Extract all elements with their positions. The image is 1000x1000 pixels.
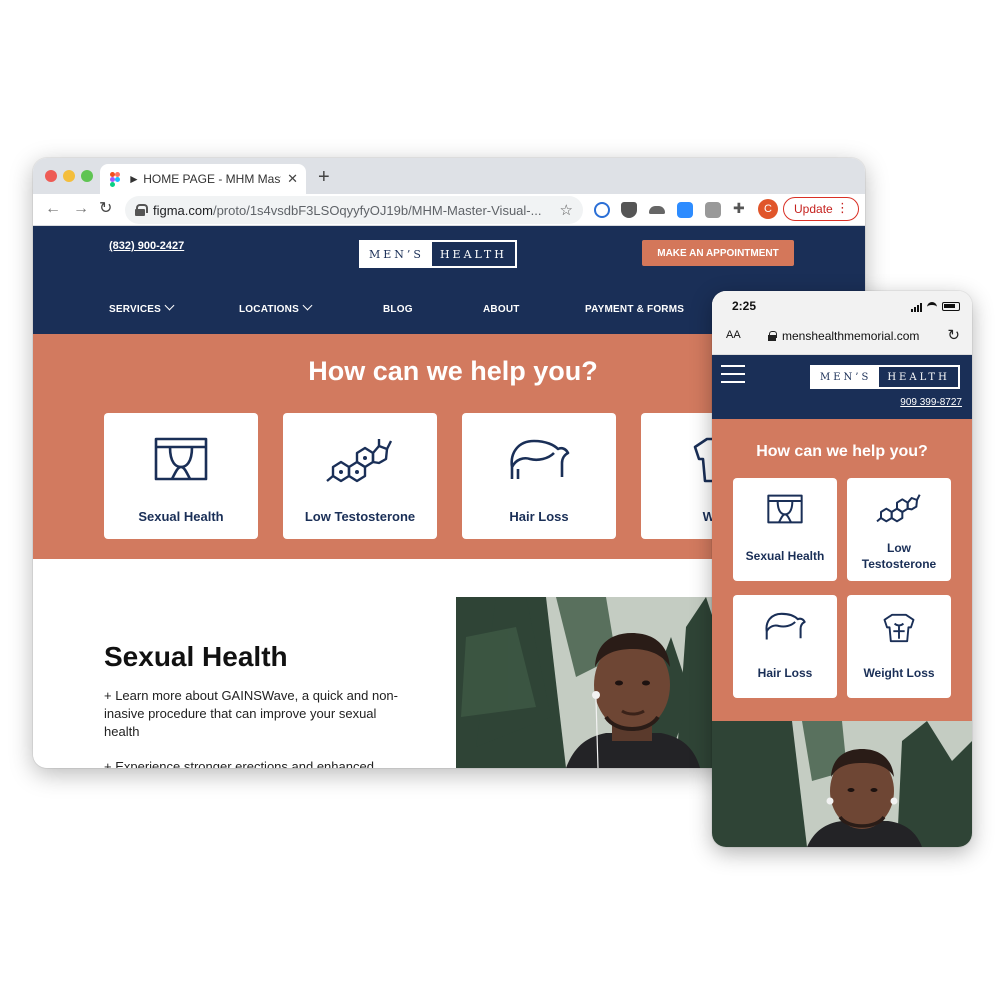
nav-about[interactable]: ABOUT (483, 304, 520, 315)
extension-1password-icon[interactable] (594, 202, 610, 218)
man-portrait-photo (456, 597, 746, 768)
new-tab-button[interactable]: + (318, 167, 330, 187)
underwear-icon (767, 494, 803, 524)
mobile-card-sexual-health[interactable]: Sexual Health (733, 478, 837, 581)
mobile-phone-frame: 2:25 AA menshealthmemorial.com ↻ MEN’S H… (712, 291, 972, 847)
text-size-button[interactable]: AA (726, 329, 741, 341)
figma-icon (110, 172, 120, 187)
update-button[interactable]: Update ⋮ (783, 197, 859, 221)
update-label: Update (794, 202, 833, 216)
close-window-button[interactable] (45, 170, 57, 182)
hamburger-menu-icon[interactable] (721, 365, 745, 383)
hair-icon (765, 612, 806, 640)
card-label: Sexual Health (138, 509, 224, 524)
card-label: Weight Loss (863, 666, 935, 680)
url-host: figma.com (153, 202, 213, 218)
header-phone-link[interactable]: (832) 900-2427 (109, 240, 184, 252)
section-paragraph-1: + Learn more about GAINSWave, a quick an… (104, 688, 398, 739)
make-appointment-button[interactable]: MAKE AN APPOINTMENT (642, 240, 794, 266)
chevron-down-icon (164, 300, 175, 311)
tab-bar: ► HOME PAGE - MHM Master ✕ + (33, 158, 865, 194)
forward-icon[interactable]: → (73, 200, 89, 218)
battery-icon (942, 302, 960, 311)
nav-services[interactable]: SERVICES (109, 300, 175, 315)
reload-icon[interactable]: ↻ (947, 326, 960, 344)
logo-mens: MEN’S (812, 367, 880, 387)
card-label: Sexual Health (745, 549, 825, 563)
torso-icon (883, 613, 915, 643)
mobile-site-logo[interactable]: MEN’S HEALTH (810, 365, 960, 389)
browser-tab[interactable]: ► HOME PAGE - MHM Master ✕ (100, 164, 306, 194)
bookmark-star-icon[interactable]: ☆ (560, 201, 573, 219)
address-bar[interactable]: figma.com/proto/1s4vsdbF3LSOqyyfyOJ19b/M… (125, 196, 583, 224)
mobile-url-field[interactable]: menshealthmemorial.com (768, 329, 919, 343)
maximize-window-button[interactable] (81, 170, 93, 182)
nav-payment-forms[interactable]: PAYMENT & FORMS (585, 304, 684, 315)
wifi-icon (927, 302, 937, 310)
mobile-address-bar: AA menshealthmemorial.com ↻ (712, 319, 972, 355)
card-label: Low Testosterone (304, 509, 416, 524)
mobile-site-header: MEN’S HEALTH 909 399-8727 (712, 355, 972, 419)
underwear-icon (154, 437, 208, 481)
molecule-icon (326, 439, 393, 483)
site-logo[interactable]: MEN’S HEALTH (359, 240, 517, 268)
nav-locations[interactable]: LOCATIONS (239, 300, 313, 315)
mobile-man-portrait-photo (712, 721, 972, 847)
browser-toolbar: ← → ↻ figma.com/proto/1s4vsdbF3LSOqyyfyO… (33, 194, 865, 226)
mobile-help-section: How can we help you? Sexual Health Low T… (712, 419, 972, 721)
molecule-icon (876, 494, 921, 523)
extension-zoom-icon[interactable] (677, 202, 693, 218)
reload-icon[interactable]: ↻ (99, 200, 112, 218)
nav-blog[interactable]: BLOG (383, 304, 413, 315)
status-bar: 2:25 (712, 291, 972, 319)
extension-shoe-icon[interactable] (649, 206, 665, 214)
card-label: Hair Loss (757, 666, 813, 680)
back-icon[interactable]: ← (45, 200, 61, 218)
lock-icon (768, 331, 777, 341)
mobile-card-hair-loss[interactable]: Hair Loss (733, 595, 837, 698)
mobile-url-text: menshealthmemorial.com (782, 329, 920, 343)
close-tab-icon[interactable]: ✕ (287, 171, 298, 187)
mobile-card-weight-loss[interactable]: Weight Loss (847, 595, 951, 698)
hair-icon (510, 439, 570, 479)
lock-icon (135, 204, 148, 216)
logo-health: HEALTH (439, 247, 507, 261)
nav-services-label: SERVICES (109, 304, 161, 315)
menu-kebab-icon[interactable]: ⋮ (836, 200, 849, 216)
signal-icon (911, 303, 922, 312)
card-low-testosterone[interactable]: Low Testosterone (283, 413, 437, 539)
extensions-puzzle-icon[interactable]: ✚ (733, 200, 749, 216)
url-path: /proto/1s4vsdbF3LSOqyyfyOJ19b/MHM-Master… (212, 202, 542, 218)
mobile-phone-link[interactable]: 909 399-8727 (900, 397, 962, 408)
section-paragraph-2: + Experience stronger erections and enha… (104, 759, 374, 768)
chevron-down-icon (302, 300, 313, 311)
extension-grey-icon[interactable] (705, 202, 721, 218)
tab-title: ► HOME PAGE - MHM Master (128, 172, 282, 186)
nav-locations-label: LOCATIONS (239, 304, 299, 315)
profile-avatar[interactable]: C (758, 199, 778, 219)
logo-health: HEALTH (887, 371, 950, 383)
section-title: Sexual Health (104, 641, 288, 672)
mobile-help-title: How can we help you? (756, 443, 928, 460)
mobile-card-low-testosterone[interactable]: Low Testosterone (847, 478, 951, 581)
card-hair-loss[interactable]: Hair Loss (462, 413, 616, 539)
card-label: Low Testosterone (861, 541, 937, 571)
minimize-window-button[interactable] (63, 170, 75, 182)
logo-mens: MEN’S (361, 242, 432, 266)
card-label: Hair Loss (509, 509, 569, 524)
card-sexual-health[interactable]: Sexual Health (104, 413, 258, 539)
extension-ublock-icon[interactable] (621, 202, 637, 218)
status-time: 2:25 (732, 299, 757, 313)
